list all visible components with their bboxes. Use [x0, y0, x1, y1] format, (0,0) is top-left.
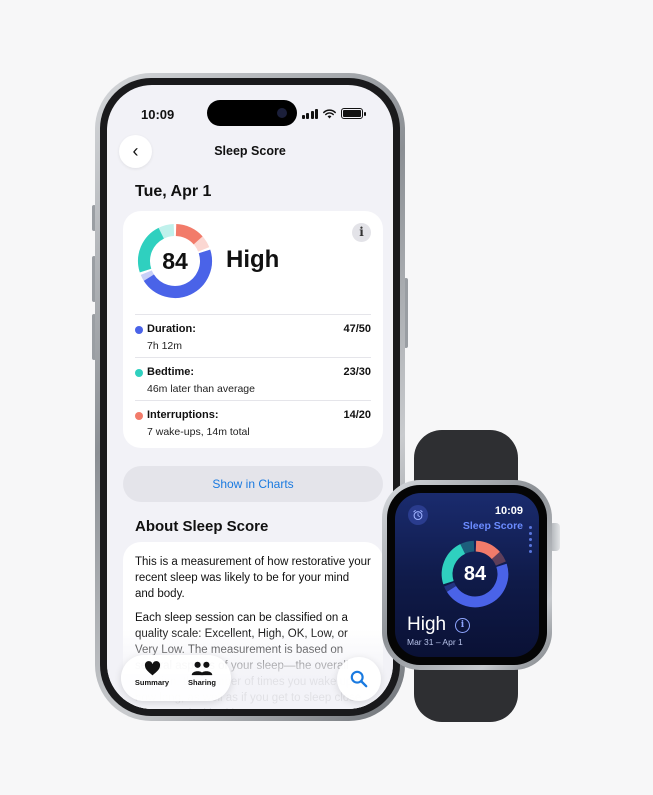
metric-score: 23/30 — [343, 366, 371, 378]
status-time: 10:09 — [141, 107, 175, 122]
duration-dot — [135, 326, 143, 334]
nav-title: Sleep Score — [214, 144, 286, 158]
watch-score-level: High — [407, 614, 447, 635]
search-button[interactable] — [337, 657, 381, 701]
cellular-signal-icon — [301, 108, 318, 119]
metric-score: 47/50 — [343, 323, 371, 335]
about-paragraph: This is a measurement of how restorative… — [135, 556, 371, 600]
metric-value: 7h 12m — [147, 340, 183, 352]
tab-summary[interactable]: Summary — [127, 661, 177, 687]
metric-bedtime: Bedtime: 46m later than average 23/30 — [135, 357, 371, 400]
tab-label: Sharing — [188, 678, 216, 687]
iphone-bezel: 10:09 ‹ Sleep Score Tue, Apr 1 i 84 High… — [100, 78, 400, 716]
metric-interruptions: Interruptions: 7 wake-ups, 14m total 14/… — [135, 400, 371, 443]
score-value: 84 — [162, 248, 188, 274]
score-level: High — [226, 246, 280, 273]
heart-icon — [144, 661, 160, 676]
people-icon — [191, 661, 213, 676]
date-heading: Tue, Apr 1 — [135, 183, 212, 200]
watch-date-range: Mar 31 – Apr 1 — [407, 637, 463, 647]
metric-label: Interruptions: — [147, 409, 219, 421]
iphone-screen: 10:09 ‹ Sleep Score Tue, Apr 1 i 84 High… — [107, 85, 393, 709]
battery-icon — [341, 108, 366, 119]
metric-label: Bedtime: — [147, 366, 195, 378]
watch-time: 10:09 — [494, 505, 523, 517]
interruptions-dot — [135, 412, 143, 420]
watch-score-value: 84 — [463, 563, 487, 585]
tab-label: Summary — [134, 678, 170, 687]
metric-duration: Duration: 7h 12m 47/50 — [135, 314, 371, 357]
watch-screen: 10:09 Sleep Score 84 High i Mar 31 – Apr… — [395, 493, 539, 657]
metric-score: 14/20 — [343, 409, 371, 421]
status-icons — [301, 108, 366, 119]
sleep-score-card: i 84 High Duration: 7h 12m 47/50 Bedtime… — [123, 211, 383, 448]
scroll-indicator — [529, 526, 532, 556]
watch-title: Sleep Score — [462, 520, 523, 532]
show-in-charts-button[interactable]: Show in Charts — [123, 466, 383, 502]
bedtime-dot — [135, 369, 143, 377]
metric-value: 46m later than average — [147, 383, 255, 395]
tab-sharing[interactable]: Sharing — [177, 661, 227, 687]
dynamic-island — [207, 100, 297, 126]
tab-bar: Summary Sharing — [121, 655, 231, 701]
camera-icon — [277, 108, 287, 118]
info-button[interactable]: i — [352, 223, 371, 242]
metric-value: 7 wake-ups, 14m total — [147, 426, 250, 438]
wifi-icon — [323, 108, 336, 118]
iphone: 10:09 ‹ Sleep Score Tue, Apr 1 i 84 High… — [95, 73, 405, 721]
about-heading: About Sleep Score — [135, 518, 269, 535]
watch-bezel: 10:09 Sleep Score 84 High i Mar 31 – Apr… — [387, 485, 547, 665]
apple-watch: 10:09 Sleep Score 84 High i Mar 31 – Apr… — [382, 480, 552, 670]
watch-info-icon[interactable]: i — [455, 618, 470, 633]
metric-label: Duration: — [147, 323, 196, 335]
alarm-icon[interactable] — [408, 505, 428, 525]
search-icon — [350, 670, 368, 688]
